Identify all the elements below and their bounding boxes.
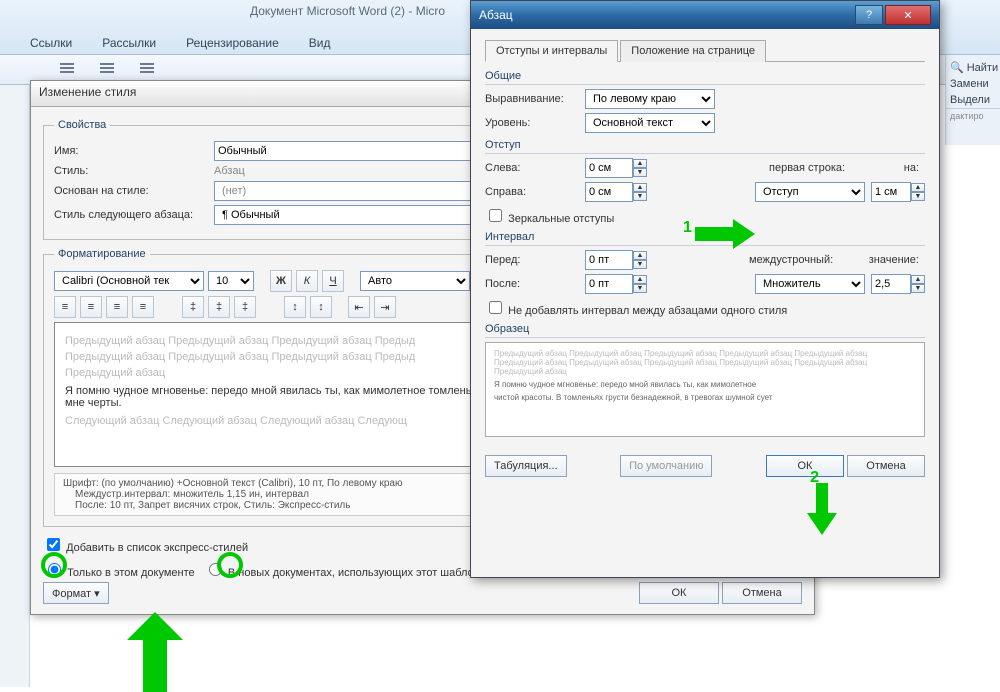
align-justify-button[interactable]: ≡ [132, 296, 154, 318]
tabs-button[interactable]: Табуляция... [485, 455, 567, 477]
find-link[interactable]: 🔍 Найти [946, 59, 1000, 76]
alignment-select[interactable]: По левому краю [585, 89, 715, 109]
underline-button[interactable]: Ч [322, 270, 344, 292]
based-on-label: Основан на стиле: [54, 185, 214, 197]
annotation-arrow-up [125, 612, 185, 692]
properties-legend: Свойства [54, 119, 110, 131]
tab-indents-spacing[interactable]: Отступы и интервалы [485, 40, 618, 62]
add-quickstyle-checkbox[interactable]: Добавить в список экспресс-стилей [43, 542, 248, 554]
mirror-indents-checkbox[interactable]: Зеркальные отступы [485, 206, 614, 225]
font-size-select[interactable]: 10 [208, 271, 254, 291]
tab-line-breaks[interactable]: Положение на странице [620, 40, 766, 62]
font-color-select[interactable]: Авто [360, 271, 470, 291]
select-link[interactable]: Выдели [946, 92, 1000, 108]
scope-this-doc-radio[interactable]: Только в этом документе [43, 567, 195, 579]
bold-button[interactable]: Ж [270, 270, 292, 292]
first-line-select[interactable]: Отступ [755, 182, 865, 202]
line-spacing-label: междустрочный: [749, 254, 859, 266]
indent-group: Отступ [485, 139, 925, 154]
outline-level-select[interactable]: Основной текст [585, 113, 715, 133]
indent-right-label: Справа: [485, 186, 585, 198]
alignment-label: Выравнивание: [485, 93, 585, 105]
next-style-label: Стиль следующего абзаца: [54, 209, 214, 221]
sample-group: Образец [485, 323, 925, 338]
align-right-button[interactable]: ≡ [106, 296, 128, 318]
line-spacing-1-button[interactable]: ‡ [182, 296, 204, 318]
by-label: на: [879, 162, 925, 174]
space-before-label: Перед: [485, 254, 585, 266]
ribbon-tab-review[interactable]: Рецензирование [186, 36, 279, 50]
indent-dec-button[interactable]: ⇤ [348, 296, 370, 318]
ribbon-tab-mailings[interactable]: Рассылки [102, 36, 156, 50]
paragraph-dialog: Абзац ? ✕ Отступы и интервалы Положение … [470, 0, 940, 578]
space-after-spinner[interactable]: ▲▼ [585, 274, 647, 294]
format-menu-button[interactable]: Формат ▾ [43, 582, 109, 604]
first-line-by-spinner[interactable]: ▲▼ [871, 182, 925, 202]
indent-left-spinner[interactable]: ▲▼ [585, 158, 647, 178]
close-button[interactable]: ✕ [885, 5, 931, 25]
app-title: Документ Microsoft Word (2) - Micro [250, 4, 445, 18]
help-button[interactable]: ? [855, 5, 883, 25]
replace-link[interactable]: Замени [946, 76, 1000, 92]
ribbon-tab-references[interactable]: Ссылки [30, 36, 72, 50]
scope-new-docs-radio[interactable]: В новых документах, использующих этот ша… [204, 567, 480, 579]
paragraph-cancel-button[interactable]: Отмена [847, 455, 925, 477]
annotation-arrow-2 [807, 483, 837, 535]
paragraph-ok-button[interactable]: ОК [766, 455, 844, 477]
paragraph-dialog-title: Абзац [479, 8, 513, 22]
outline-level-label: Уровень: [485, 117, 585, 129]
indent-left-label: Слева: [485, 162, 585, 174]
italic-button[interactable]: К [296, 270, 318, 292]
ribbon-tab-view[interactable]: Вид [309, 36, 331, 50]
paragraph-preview: Предыдущий абзац Предыдущий абзац Предыд… [485, 342, 925, 437]
align-left-button[interactable]: ≡ [54, 296, 76, 318]
editing-pane: 🔍 Найти Замени Выдели дактиро [945, 55, 1000, 145]
name-label: Имя: [54, 145, 214, 157]
first-line-label: первая строка: [769, 162, 879, 174]
space-after-label: После: [485, 278, 585, 290]
no-space-same-style-checkbox[interactable]: Не добавлять интервал между абзацами одн… [485, 298, 787, 317]
font-name-select[interactable]: Calibri (Основной тек [54, 271, 204, 291]
annotation-arrow-1 [695, 219, 755, 249]
general-group: Общие [485, 70, 925, 85]
line-spacing-select[interactable]: Множитель [755, 274, 865, 294]
ok-button[interactable]: ОК [639, 582, 719, 604]
indent-right-spinner[interactable]: ▲▼ [585, 182, 647, 202]
type-label: Стиль: [54, 165, 214, 177]
space-before-spinner[interactable]: ▲▼ [585, 250, 647, 270]
align-center-button[interactable]: ≡ [80, 296, 102, 318]
space-before-dec-button[interactable]: ↕ [310, 296, 332, 318]
space-before-inc-button[interactable]: ↕ [284, 296, 306, 318]
indent-inc-button[interactable]: ⇥ [374, 296, 396, 318]
formatting-legend: Форматирование [54, 248, 150, 260]
line-spacing-15-button[interactable]: ‡ [208, 296, 230, 318]
at-label: значение: [859, 254, 925, 266]
line-spacing-at-spinner[interactable]: ▲▼ [871, 274, 925, 294]
line-spacing-2-button[interactable]: ‡ [234, 296, 256, 318]
cancel-button[interactable]: Отмена [722, 582, 802, 604]
annotation-label-1: 1 [683, 219, 692, 237]
default-button[interactable]: По умолчанию [620, 455, 712, 477]
type-value: Абзац [214, 165, 245, 177]
